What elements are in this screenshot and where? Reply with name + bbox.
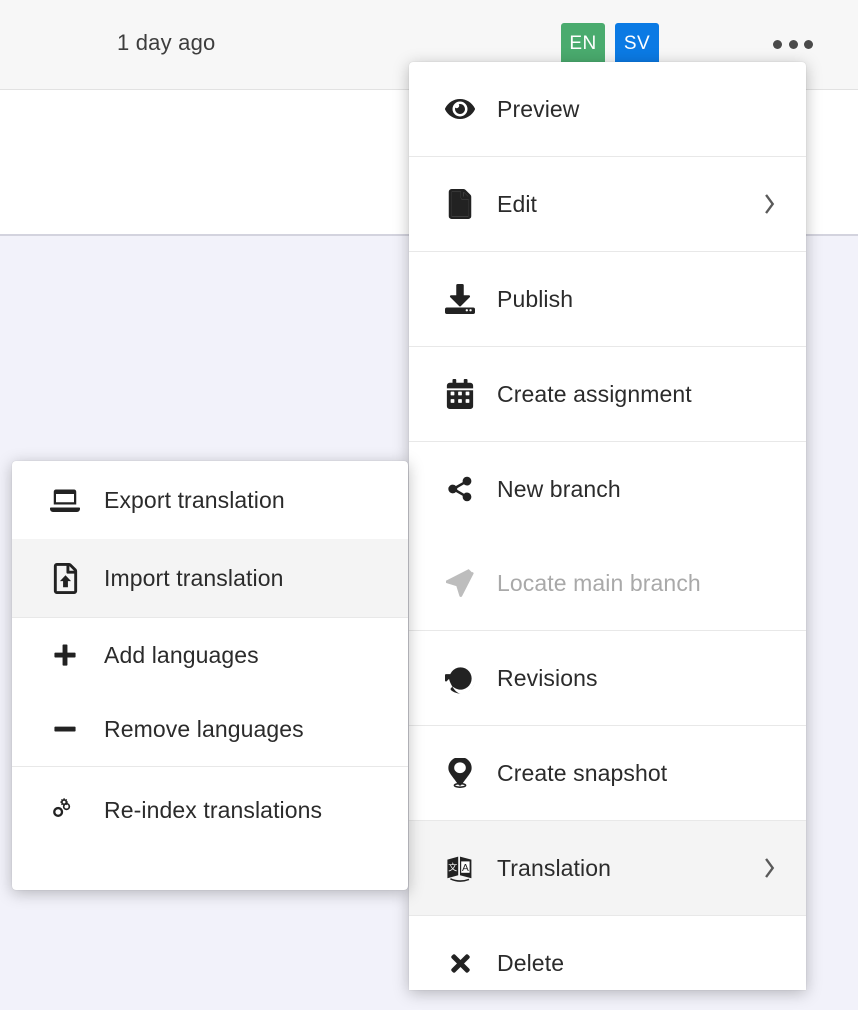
- submenu-item-export-translation[interactable]: Export translation: [12, 461, 408, 539]
- menu-group: Delete: [409, 915, 806, 1010]
- svg-text:文: 文: [448, 861, 457, 872]
- calendar-icon: [437, 379, 483, 409]
- lang-badge-en-label: EN: [569, 33, 596, 55]
- file-upload-icon: [42, 563, 88, 594]
- lang-badge-en[interactable]: EN: [561, 23, 605, 65]
- history-clock-icon: [437, 663, 483, 694]
- menu-item-label: Delete: [497, 950, 564, 977]
- submenu-item-add-languages[interactable]: Add languages: [12, 618, 408, 692]
- menu-item-create-assignment[interactable]: Create assignment: [409, 347, 806, 441]
- submenu-item-label: Add languages: [104, 642, 259, 669]
- menu-group: Edit: [409, 156, 806, 251]
- menu-item-label: New branch: [497, 476, 621, 503]
- context-menu-panel: Preview Edit Publish Create as: [409, 62, 806, 990]
- submenu-item-label: Re-index translations: [104, 797, 322, 824]
- menu-item-label: Preview: [497, 96, 580, 123]
- submenu-item-reindex-translations[interactable]: Re-index translations: [12, 767, 408, 853]
- submenu-item-import-translation[interactable]: Import translation: [12, 539, 408, 617]
- laptop-icon: [42, 487, 88, 513]
- cogs-icon: [42, 796, 88, 824]
- location-arrow-icon: [437, 569, 483, 597]
- menu-group: Create assignment: [409, 346, 806, 441]
- menu-group: A 文 Translation: [409, 820, 806, 915]
- menu-item-label: Edit: [497, 191, 537, 218]
- menu-group: Publish: [409, 251, 806, 346]
- menu-item-label: Translation: [497, 855, 611, 882]
- menu-item-label: Create snapshot: [497, 760, 667, 787]
- minus-icon: [42, 716, 88, 742]
- more-options-button[interactable]: [773, 33, 813, 55]
- ellipsis-dot-icon: [804, 40, 813, 49]
- menu-group: Preview: [409, 62, 806, 156]
- submenu-item-label: Import translation: [104, 565, 284, 592]
- share-node-icon: [437, 475, 483, 503]
- menu-item-revisions[interactable]: Revisions: [409, 631, 806, 725]
- plus-icon: [42, 642, 88, 668]
- menu-item-preview[interactable]: Preview: [409, 62, 806, 156]
- menu-group: Add languages Remove languages: [12, 617, 408, 766]
- menu-group: Revisions: [409, 630, 806, 725]
- menu-group: Re-index translations: [12, 766, 408, 853]
- menu-item-publish[interactable]: Publish: [409, 252, 806, 346]
- submenu-item-remove-languages[interactable]: Remove languages: [12, 692, 408, 766]
- submenu-item-label: Remove languages: [104, 716, 304, 743]
- file-icon: [437, 189, 483, 219]
- submenu-item-label: Export translation: [104, 487, 285, 514]
- menu-item-label: Locate main branch: [497, 570, 701, 597]
- menu-group: Create snapshot: [409, 725, 806, 820]
- last-modified-timestamp: 1 day ago: [117, 30, 215, 56]
- ellipsis-dot-icon: [789, 40, 798, 49]
- menu-item-translation[interactable]: A 文 Translation: [409, 821, 806, 915]
- menu-group: New branch Locate main branch: [409, 441, 806, 630]
- ellipsis-dot-icon: [773, 40, 782, 49]
- publish-download-icon: [437, 284, 483, 314]
- svg-text:A: A: [462, 863, 469, 874]
- lang-badge-sv[interactable]: SV: [615, 23, 659, 65]
- menu-group: Export translation Import translation: [12, 461, 408, 617]
- menu-item-edit[interactable]: Edit: [409, 157, 806, 251]
- menu-item-label: Revisions: [497, 665, 598, 692]
- menu-item-label: Publish: [497, 286, 573, 313]
- lang-badge-sv-label: SV: [624, 33, 650, 55]
- chevron-right-icon: [762, 191, 778, 217]
- map-pin-icon: [437, 758, 483, 789]
- eye-icon: [437, 94, 483, 124]
- chevron-right-icon: [762, 855, 778, 881]
- translation-submenu-panel: Export translation Import translation Ad…: [12, 461, 408, 890]
- menu-item-delete[interactable]: Delete: [409, 916, 806, 1010]
- menu-item-new-branch[interactable]: New branch: [409, 442, 806, 536]
- translation-icon: A 文: [437, 853, 483, 883]
- menu-item-create-snapshot[interactable]: Create snapshot: [409, 726, 806, 820]
- menu-item-locate-main-branch: Locate main branch: [409, 536, 806, 630]
- close-x-icon: [437, 950, 483, 977]
- menu-item-label: Create assignment: [497, 381, 692, 408]
